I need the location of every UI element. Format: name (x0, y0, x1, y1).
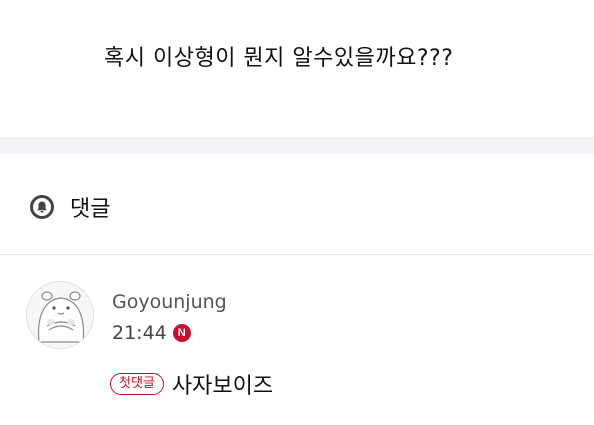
header-divider (0, 254, 594, 255)
comment-time: 21:44 (112, 322, 167, 344)
comments-header: 댓글 (30, 191, 110, 223)
post-question-text: 혹시 이상형이 뭔지 알수있을까요??? (104, 46, 454, 71)
section-separator (0, 137, 594, 154)
comment-author[interactable]: Goyounjung (112, 291, 227, 313)
comment-meta: 21:44 N (112, 322, 191, 344)
comment-text: 사자보이즈 (171, 374, 274, 399)
hamster-avatar-icon (28, 283, 93, 348)
avatar[interactable] (26, 281, 94, 349)
comments-title: 댓글 (70, 197, 111, 222)
bell-icon[interactable] (30, 195, 54, 219)
new-badge: N (172, 324, 191, 342)
first-comment-badge: 첫댓글 (110, 373, 164, 395)
comment-body: 첫댓글 사자보이즈 (110, 368, 273, 400)
